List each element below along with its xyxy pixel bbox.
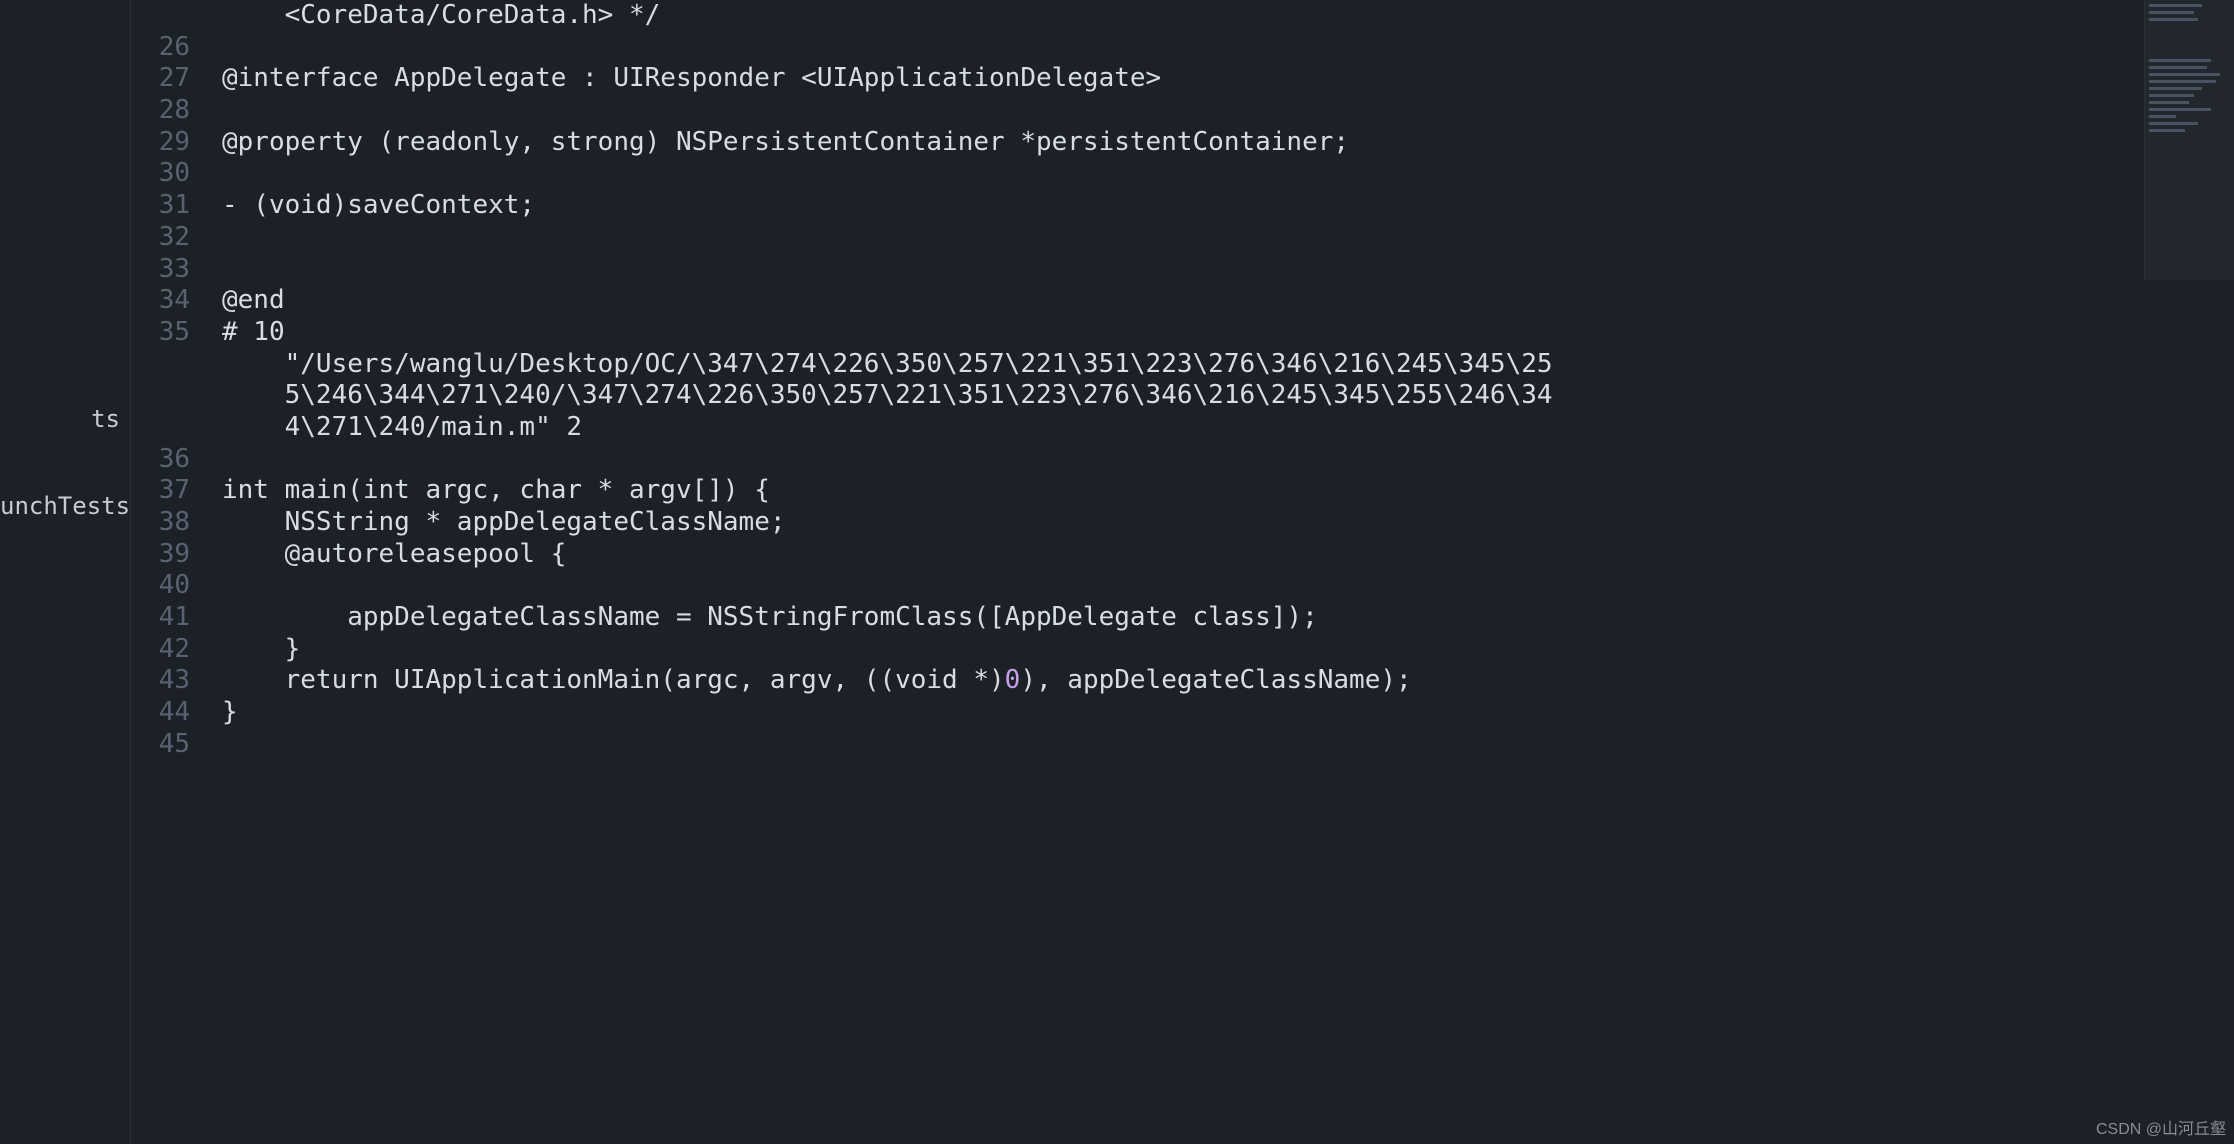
code-line [222, 158, 2234, 190]
code-line: # 10 [222, 317, 2234, 349]
sidebar-item[interactable]: ts [0, 390, 130, 449]
line-number: 35 [131, 317, 210, 349]
line-number: 27 [131, 63, 210, 95]
line-number: 31 [131, 190, 210, 222]
code-line: @interface AppDelegate : UIResponder <UI… [222, 63, 2234, 95]
code-line [222, 729, 2234, 761]
line-number: 33 [131, 254, 210, 286]
code-line: } [222, 697, 2234, 729]
line-number: 45 [131, 729, 210, 761]
line-number: 26 [131, 32, 210, 64]
code-line [222, 444, 2234, 476]
code-line: @autoreleasepool { [222, 539, 2234, 571]
code-line [222, 95, 2234, 127]
line-number: 39 [131, 539, 210, 571]
code-line: return UIApplicationMain(argc, argv, ((v… [222, 665, 2234, 697]
code-line: int main(int argc, char * argv[]) { [222, 475, 2234, 507]
code-line [222, 32, 2234, 64]
line-number: 28 [131, 95, 210, 127]
code-line: NSString * appDelegateClassName; [222, 507, 2234, 539]
line-number: 32 [131, 222, 210, 254]
line-number [131, 380, 210, 412]
code-line: "/Users/wanglu/Desktop/OC/\347\274\226\3… [222, 349, 2234, 381]
line-number: 43 [131, 665, 210, 697]
code-line: 4\271\240/main.m" 2 [222, 412, 2234, 444]
code-line: } [222, 634, 2234, 666]
line-number: 37 [131, 475, 210, 507]
line-number: 44 [131, 697, 210, 729]
watermark-text: CSDN @山河丘壑 [2096, 1120, 2226, 1140]
code-content[interactable]: <CoreData/CoreData.h> */ @interface AppD… [210, 0, 2234, 1144]
line-number [131, 412, 210, 444]
file-navigator-sidebar: ts unchTests [0, 0, 130, 1144]
sidebar-item[interactable]: unchTests [0, 477, 130, 536]
code-line: appDelegateClassName = NSStringFromClass… [222, 602, 2234, 634]
code-line: - (void)saveContext; [222, 190, 2234, 222]
code-line: <CoreData/CoreData.h> */ [222, 0, 2234, 32]
line-number-gutter: 26 27 28 29 30 31 32 33 34 35 36 37 38 3… [130, 0, 210, 1144]
code-line: 5\246\344\271\240/\347\274\226\350\257\2… [222, 380, 2234, 412]
code-line [222, 570, 2234, 602]
line-number: 38 [131, 507, 210, 539]
line-number: 36 [131, 444, 210, 476]
line-number [131, 0, 210, 32]
line-number [131, 349, 210, 381]
line-number: 29 [131, 127, 210, 159]
code-line [222, 222, 2234, 254]
line-number: 41 [131, 602, 210, 634]
line-number: 42 [131, 634, 210, 666]
code-line [222, 254, 2234, 286]
code-editor[interactable]: 26 27 28 29 30 31 32 33 34 35 36 37 38 3… [130, 0, 2234, 1144]
minimap[interactable] [2144, 0, 2234, 280]
code-line: @property (readonly, strong) NSPersisten… [222, 127, 2234, 159]
line-number: 40 [131, 570, 210, 602]
line-number: 34 [131, 285, 210, 317]
line-number: 30 [131, 158, 210, 190]
code-line: @end [222, 285, 2234, 317]
